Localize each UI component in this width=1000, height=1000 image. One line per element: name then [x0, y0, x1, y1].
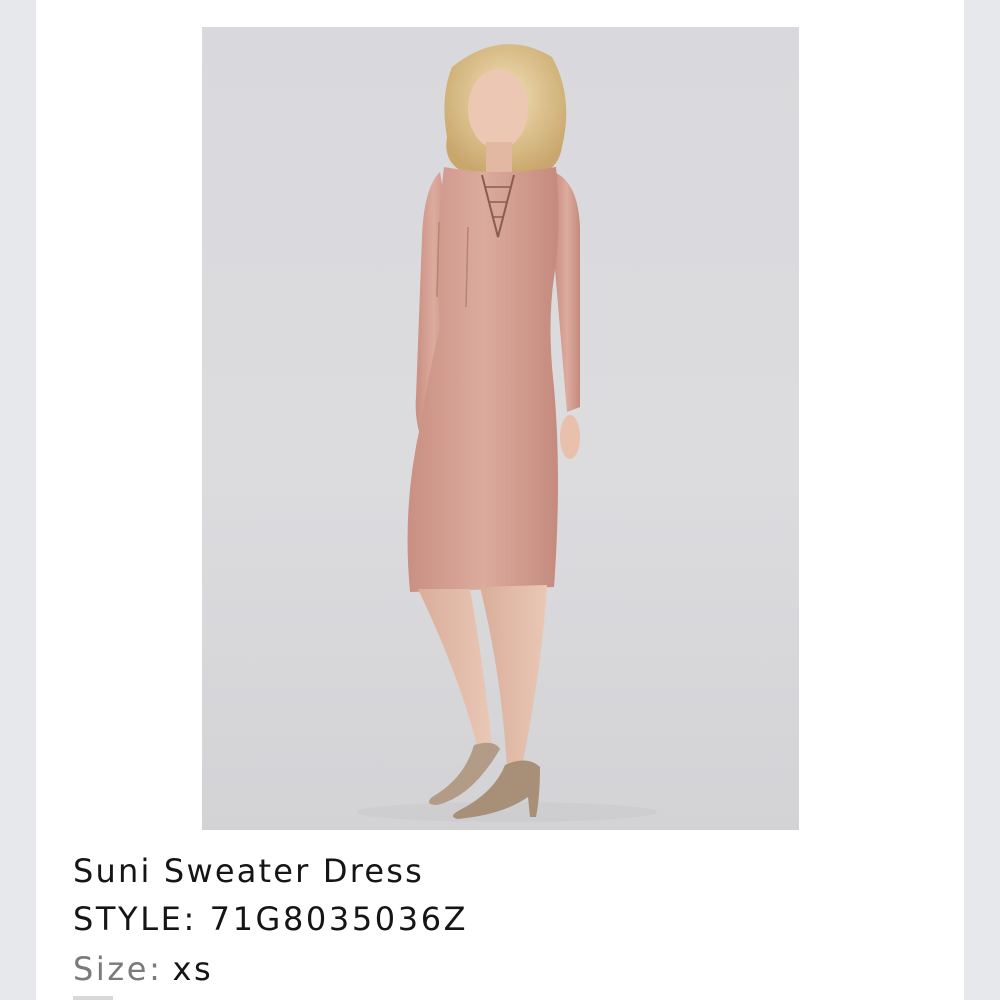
product-image[interactable] — [202, 27, 799, 830]
cut-off-text-fragment — [73, 996, 113, 1000]
product-name: Suni Sweater Dress — [73, 852, 425, 890]
model-photo-illustration — [357, 44, 657, 822]
size-label: Size: — [73, 950, 163, 988]
style-label: STYLE: — [73, 900, 197, 938]
size-value: xs — [172, 950, 214, 988]
product-size: Size: xs — [73, 950, 213, 988]
product-card: Suni Sweater Dress STYLE: 71G8035036Z Si… — [36, 0, 964, 1000]
style-value: 71G8035036Z — [209, 900, 469, 938]
product-style: STYLE: 71G8035036Z — [73, 900, 468, 938]
